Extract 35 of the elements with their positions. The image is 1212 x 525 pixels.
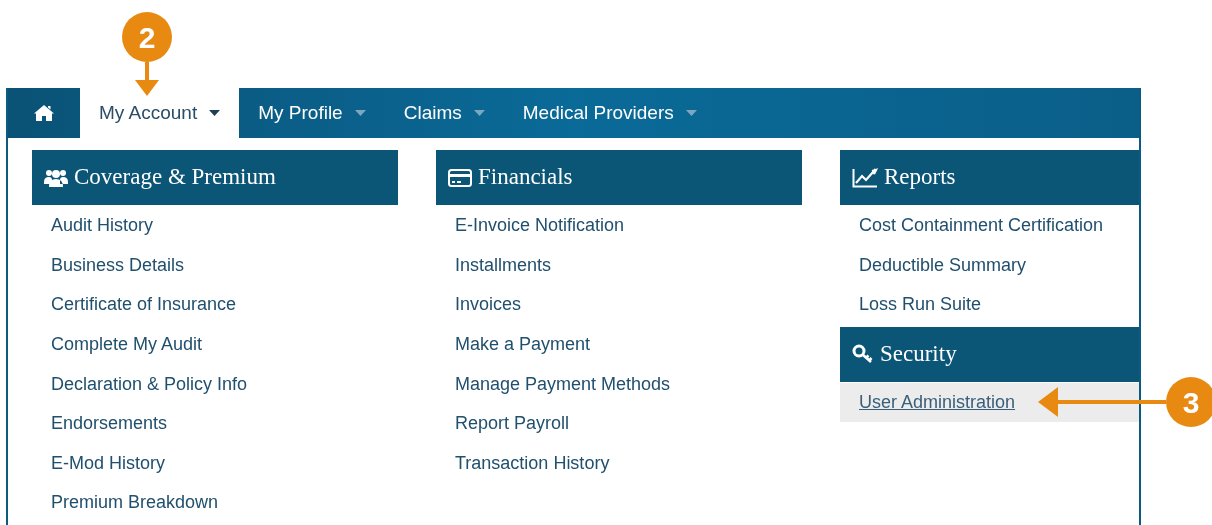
menu-link[interactable]: Declaration & Policy Info [32, 364, 398, 404]
nav-tab[interactable]: My Profile [239, 88, 385, 138]
down-arrow [135, 62, 159, 96]
menu-link[interactable]: E-Invoice Notification [436, 206, 802, 246]
menu-link[interactable]: Report Payroll [436, 403, 802, 444]
menu-link[interactable]: Loss Run Suite [840, 285, 1139, 325]
menu-link[interactable]: Deductible Summary [840, 245, 1139, 286]
menu-link[interactable]: Make a Payment [436, 324, 802, 365]
menu-link[interactable]: User Administration [840, 382, 1139, 423]
menu-link[interactable]: Transaction History [436, 443, 802, 484]
key-icon [852, 344, 874, 365]
section-title: Security [880, 340, 957, 369]
menu-link[interactable]: Invoices [436, 285, 802, 325]
users-icon [44, 167, 68, 188]
menu-link[interactable]: Cost Containment Certification [840, 206, 1139, 246]
nav-tab[interactable]: Claims [384, 88, 504, 138]
section-title: Financials [478, 163, 573, 192]
menu-link[interactable]: Audit History [32, 206, 398, 246]
step-badge: 3 [1166, 377, 1212, 427]
menu-link[interactable]: E-Mod History [32, 443, 398, 484]
menu-link[interactable]: Installments [436, 245, 802, 286]
menu-link[interactable]: Endorsements [32, 403, 398, 444]
home-icon [33, 104, 55, 122]
menu-link[interactable]: Premium Breakdown [32, 483, 398, 523]
line-chart-icon [852, 167, 878, 188]
menu-link[interactable]: Business Details [32, 245, 398, 286]
step-badge: 2 [122, 12, 172, 62]
menu-link[interactable]: Manage Payment Methods [436, 364, 802, 404]
credit-card-icon [448, 167, 472, 188]
menu-link[interactable]: Complete My Audit [32, 324, 398, 365]
section-title: Reports [884, 163, 956, 192]
menu-link[interactable]: Certificate of Insurance [32, 285, 398, 325]
nav-tab[interactable]: My Account [80, 88, 240, 138]
section-title: Coverage & Premium [74, 163, 276, 192]
nav-tab[interactable]: Medical Providers [503, 88, 716, 138]
